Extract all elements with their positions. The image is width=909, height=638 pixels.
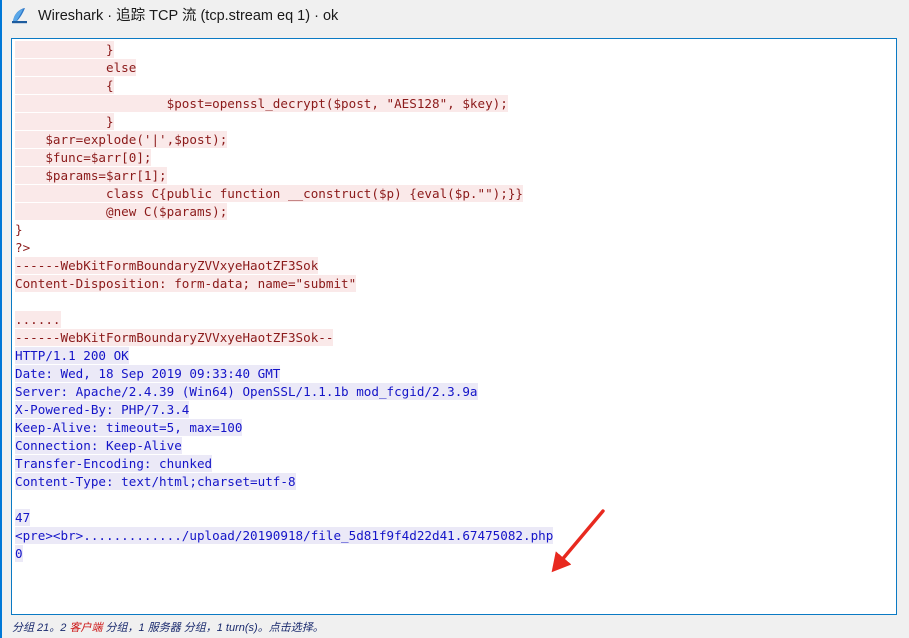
window-left-accent-edge bbox=[0, 0, 2, 638]
stream-line-text: ------WebKitFormBoundaryZVVxyeHaotZF3Sok… bbox=[15, 329, 334, 346]
stream-line-text: @new C($params); bbox=[15, 203, 228, 220]
stream-line: ------WebKitFormBoundaryZVVxyeHaotZF3Sok bbox=[15, 257, 896, 275]
title-bar: Wireshark · 追踪 TCP 流 (tcp.stream eq 1) ·… bbox=[2, 0, 909, 32]
stream-text-body[interactable]: } else { $post=openssl_decrypt($post, "A… bbox=[12, 39, 896, 563]
stream-line-text: Keep-Alive: timeout=5, max=100 bbox=[15, 419, 243, 436]
stream-line: ?> bbox=[15, 239, 896, 257]
stream-line-text: { bbox=[15, 77, 114, 94]
stream-line-text: $arr=explode('|',$post); bbox=[15, 131, 228, 148]
stream-line: } bbox=[15, 41, 896, 59]
stream-line: Keep-Alive: timeout=5, max=100 bbox=[15, 419, 896, 437]
window-title: Wireshark · 追踪 TCP 流 (tcp.stream eq 1) ·… bbox=[38, 8, 339, 24]
status-bar: 分组 21。2 客户端 分组，1 服务器 分组，1 turn(s)。点击选择。 bbox=[2, 620, 907, 638]
stream-line: ------WebKitFormBoundaryZVVxyeHaotZF3Sok… bbox=[15, 329, 896, 347]
stream-line: 0 bbox=[15, 545, 896, 563]
stream-line: X-Powered-By: PHP/7.3.4 bbox=[15, 401, 896, 419]
stream-line: class C{public function __construct($p) … bbox=[15, 185, 896, 203]
stream-line-text: Content-Type: text/html;charset=utf-8 bbox=[15, 473, 296, 490]
stream-line-text: X-Powered-By: PHP/7.3.4 bbox=[15, 401, 190, 418]
status-part-2: 分组，1 bbox=[102, 622, 148, 634]
wireshark-fin-icon bbox=[10, 6, 30, 26]
stream-line: { bbox=[15, 77, 896, 95]
stream-line: Date: Wed, 18 Sep 2019 09:33:40 GMT bbox=[15, 365, 896, 383]
stream-line: @new C($params); bbox=[15, 203, 896, 221]
stream-line: Transfer-Encoding: chunked bbox=[15, 455, 896, 473]
stream-line: $arr=explode('|',$post); bbox=[15, 131, 896, 149]
stream-line-text: ------WebKitFormBoundaryZVVxyeHaotZF3Sok bbox=[15, 257, 319, 274]
stream-line: Server: Apache/2.4.39 (Win64) OpenSSL/1.… bbox=[15, 383, 896, 401]
stream-line: $params=$arr[1]; bbox=[15, 167, 896, 185]
stream-line: <pre><br>............./upload/20190918/f… bbox=[15, 527, 896, 545]
stream-line: HTTP/1.1 200 OK bbox=[15, 347, 896, 365]
stream-line-text: Server: Apache/2.4.39 (Win64) OpenSSL/1.… bbox=[15, 383, 478, 400]
stream-line-text: Date: Wed, 18 Sep 2019 09:33:40 GMT bbox=[15, 365, 281, 382]
stream-line: } bbox=[15, 221, 896, 239]
stream-line-text: ...... bbox=[15, 311, 61, 328]
stream-line: Connection: Keep-Alive bbox=[15, 437, 896, 455]
status-client-label: 客户端 bbox=[69, 622, 103, 634]
stream-line: ...... bbox=[15, 311, 896, 329]
stream-line-text: ?> bbox=[15, 240, 31, 255]
stream-line: else bbox=[15, 59, 896, 77]
stream-line: 47 bbox=[15, 509, 896, 527]
stream-line-text: Transfer-Encoding: chunked bbox=[15, 455, 213, 472]
stream-line-text: 0 bbox=[15, 545, 23, 562]
status-server-label: 服务器 bbox=[147, 622, 181, 634]
stream-line bbox=[15, 491, 896, 509]
stream-line: Content-Disposition: form-data; name="su… bbox=[15, 275, 896, 293]
stream-line-text: $post=openssl_decrypt($post, "AES128", $… bbox=[15, 95, 508, 112]
stream-line-text: 47 bbox=[15, 509, 31, 526]
stream-line-text: $func=$arr[0]; bbox=[15, 149, 152, 166]
stream-line: Content-Type: text/html;charset=utf-8 bbox=[15, 473, 896, 491]
stream-line-text: <pre><br>............./upload/20190918/f… bbox=[15, 527, 554, 544]
stream-line-text: class C{public function __construct($p) … bbox=[15, 185, 523, 202]
stream-line-text: } bbox=[15, 41, 114, 58]
stream-line-text: } bbox=[15, 113, 114, 130]
wireshark-follow-tcp-stream-window: Wireshark · 追踪 TCP 流 (tcp.stream eq 1) ·… bbox=[0, 0, 909, 638]
status-part-1: 分组 21。2 bbox=[12, 622, 70, 634]
stream-line-text: $params=$arr[1]; bbox=[15, 167, 167, 184]
stream-content-panel[interactable]: } else { $post=openssl_decrypt($post, "A… bbox=[11, 38, 897, 615]
stream-line-text: else bbox=[15, 59, 137, 76]
stream-line-text: HTTP/1.1 200 OK bbox=[15, 347, 129, 364]
stream-line bbox=[15, 293, 896, 311]
stream-line: } bbox=[15, 113, 896, 131]
stream-line: $func=$arr[0]; bbox=[15, 149, 896, 167]
status-part-3: 分组，1 turn(s)。点击选择。 bbox=[180, 622, 324, 634]
stream-line-text: } bbox=[15, 222, 23, 237]
stream-line: $post=openssl_decrypt($post, "AES128", $… bbox=[15, 95, 896, 113]
stream-line-text: Connection: Keep-Alive bbox=[15, 437, 182, 454]
stream-line-text: Content-Disposition: form-data; name="su… bbox=[15, 275, 357, 292]
